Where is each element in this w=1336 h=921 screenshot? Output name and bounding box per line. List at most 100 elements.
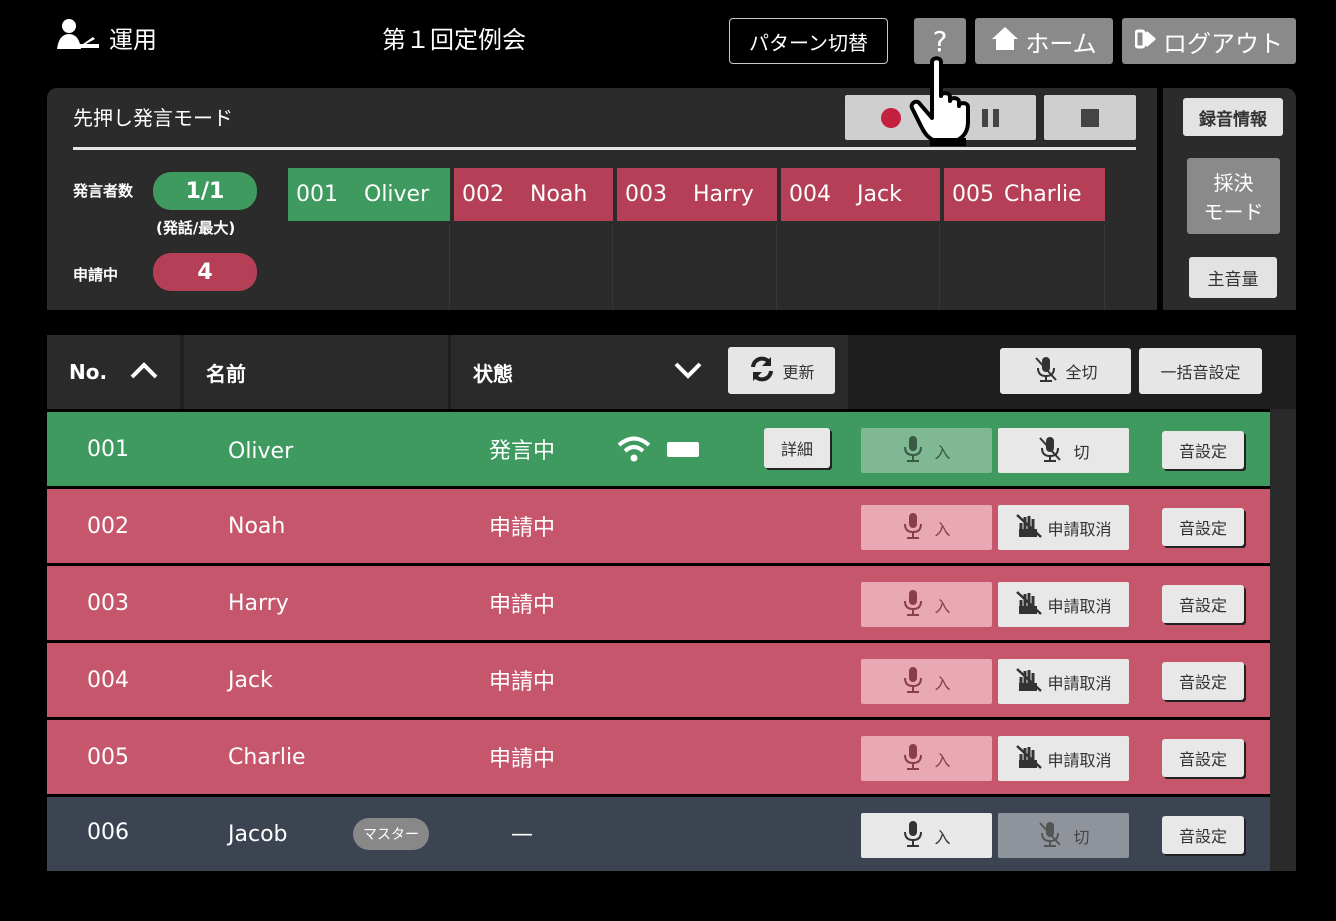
table-row[interactable]: 002 Noah 申請中 入 申請取消 音設定 [47, 489, 1270, 563]
table-row[interactable]: 003 Harry 申請中 入 申請取消 音設定 [47, 566, 1270, 640]
sound-settings-button[interactable]: 音設定 [1162, 816, 1244, 854]
all-mic-off-button[interactable]: 全切 [1000, 348, 1131, 394]
request-slot: 005 Charlie [944, 168, 1105, 221]
cancel-request-button[interactable]: 申請取消 [998, 659, 1129, 704]
table-row[interactable]: 001 Oliver 発言中 詳細 入 切 音設定 [47, 412, 1270, 486]
master-badge-wrap: マスター [353, 797, 429, 871]
sound-settings-button[interactable]: 音設定 [1162, 739, 1244, 777]
mic-muted-icon [1037, 435, 1063, 467]
mic-on-label: 入 [934, 673, 951, 693]
panel-title: 先押し発言モード [73, 105, 233, 130]
col-state-label: 状態 [473, 361, 513, 386]
speaker-count-label: 発言者数 [73, 182, 134, 200]
row-number: 001 [87, 436, 129, 462]
request-slot: 003 Harry [617, 168, 777, 221]
empty-slot [781, 224, 940, 310]
slot-number: 002 [462, 182, 504, 207]
mic-icon [902, 666, 924, 698]
vote-mode-button[interactable]: 採決 モード [1187, 158, 1280, 234]
mic-off-button[interactable]: 切 [998, 813, 1129, 858]
help-label: ? [932, 24, 948, 58]
mic-icon [902, 589, 924, 621]
mic-on-button[interactable]: 入 [861, 659, 992, 704]
hand-muted-icon [1015, 513, 1043, 543]
slot-number: 003 [625, 182, 667, 207]
refresh-button[interactable]: 更新 [728, 347, 835, 394]
empty-slot [944, 224, 1105, 310]
col-name-header: 名前 [184, 335, 448, 409]
col-no-label: No. [69, 360, 108, 384]
speaker-slot: 001 Oliver [288, 168, 450, 221]
row-name: Jacob [228, 821, 288, 847]
home-label: ホーム [1025, 29, 1097, 58]
row-state: 発言中 [489, 439, 556, 464]
pattern-switch-button[interactable]: パターン切替 [729, 18, 888, 64]
mic-muted-icon [1033, 355, 1059, 387]
sound-settings-button[interactable]: 音設定 [1162, 662, 1244, 700]
mic-off-button[interactable]: 切 [998, 428, 1129, 473]
slot-number: 005 [952, 182, 994, 207]
row-number: 002 [87, 513, 129, 539]
row-state: 申請中 [489, 747, 556, 772]
slot-number: 001 [296, 182, 338, 207]
mic-on-button[interactable]: 入 [861, 505, 992, 550]
cancel-request-button[interactable]: 申請取消 [998, 582, 1129, 627]
sound-settings-button[interactable]: 音設定 [1162, 431, 1244, 469]
mic-icon [902, 512, 924, 544]
stop-icon [1081, 108, 1099, 127]
row-state: 申請中 [489, 516, 556, 541]
speaker-count-pill: 1/1 [153, 172, 257, 210]
logout-button[interactable]: ログアウト [1122, 18, 1296, 64]
row-number: 005 [87, 744, 129, 770]
mic-muted-icon [1037, 820, 1063, 852]
pause-icon [981, 108, 999, 127]
row-name: Oliver [228, 438, 294, 464]
home-button[interactable]: ホーム [975, 18, 1113, 64]
empty-slot [288, 224, 450, 310]
master-badge: マスター [353, 818, 429, 850]
empty-slot [617, 224, 777, 310]
bulk-sound-settings-button[interactable]: 一括音設定 [1139, 348, 1262, 394]
table-row[interactable]: 004 Jack 申請中 入 申請取消 音設定 [47, 643, 1270, 717]
mic-on-button[interactable]: 入 [861, 736, 992, 781]
request-slot: 002 Noah [454, 168, 613, 221]
mic-on-label: 入 [934, 442, 951, 462]
mic-on-button[interactable]: 入 [861, 428, 992, 473]
sound-settings-button[interactable]: 音設定 [1162, 585, 1244, 623]
cancel-request-button[interactable]: 申請取消 [998, 505, 1129, 550]
home-icon [991, 25, 1019, 57]
sound-settings-button[interactable]: 音設定 [1162, 508, 1244, 546]
recording-info-button[interactable]: 録音情報 [1183, 98, 1283, 136]
slot-name: Jack [857, 182, 902, 207]
row-name: Jack [228, 667, 273, 693]
battery-icon [667, 412, 699, 486]
record-icon [881, 107, 901, 128]
slot-name: Oliver [364, 182, 430, 207]
mic-on-label: 入 [934, 519, 951, 539]
logout-label: ログアウト [1163, 29, 1283, 58]
cancel-request-button[interactable]: 申請取消 [998, 736, 1129, 781]
table-row[interactable]: 005 Charlie 申請中 入 申請取消 音設定 [47, 720, 1270, 794]
row-state: 申請中 [489, 593, 556, 618]
stop-button[interactable] [1044, 95, 1136, 140]
row-state: 申請中 [489, 670, 556, 695]
slot-number: 004 [789, 182, 831, 207]
requesting-count-pill: 4 [153, 253, 257, 291]
table-scrollbar[interactable] [1270, 409, 1296, 871]
main-volume-button[interactable]: 主音量 [1189, 257, 1277, 298]
row-number: 006 [87, 819, 129, 845]
chevron-up-icon [129, 360, 159, 385]
mic-off-label: 切 [1073, 827, 1090, 847]
wifi-icon [617, 412, 651, 486]
row-name: Charlie [228, 744, 306, 770]
mic-on-label: 入 [934, 750, 951, 770]
sort-no-header[interactable]: No. [47, 335, 180, 409]
mic-icon [902, 435, 924, 467]
detail-button[interactable]: 詳細 [764, 428, 830, 468]
row-number: 003 [87, 590, 129, 616]
table-row[interactable]: 006 Jacob マスター — 入 切 音設定 [47, 797, 1270, 871]
mic-on-button[interactable]: 入 [861, 582, 992, 627]
mic-on-button[interactable]: 入 [861, 813, 992, 858]
chevron-down-icon[interactable] [673, 361, 703, 386]
row-name: Noah [228, 513, 286, 539]
